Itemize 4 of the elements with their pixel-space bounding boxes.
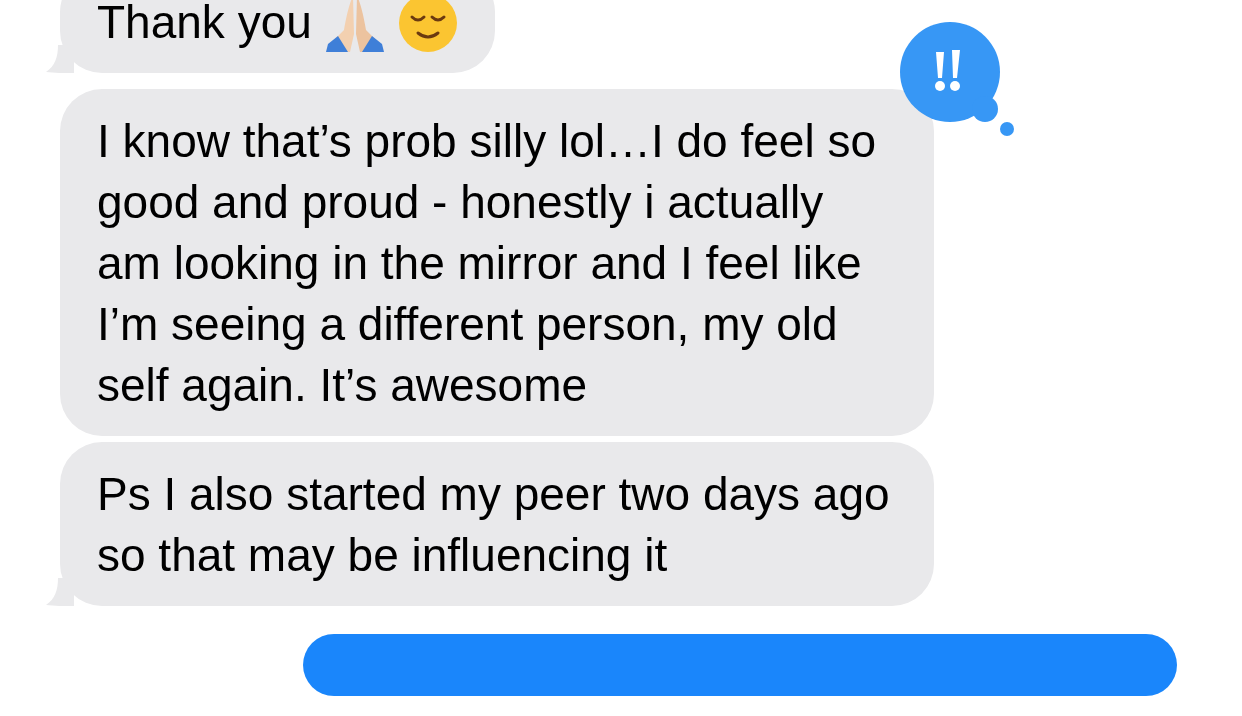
message-text: I know that’s prob silly lol…I do feel so good and proud - honestly i actually am looking in the mirror and I feel like I’m seeing a different person, my old self again. It’s awesome bbox=[97, 114, 877, 413]
message-text: Thank you bbox=[97, 0, 312, 50]
message-text: Ps I also started my peer two days ago so that may be influencing it bbox=[97, 467, 891, 583]
smiling-face-icon bbox=[397, 0, 458, 53]
